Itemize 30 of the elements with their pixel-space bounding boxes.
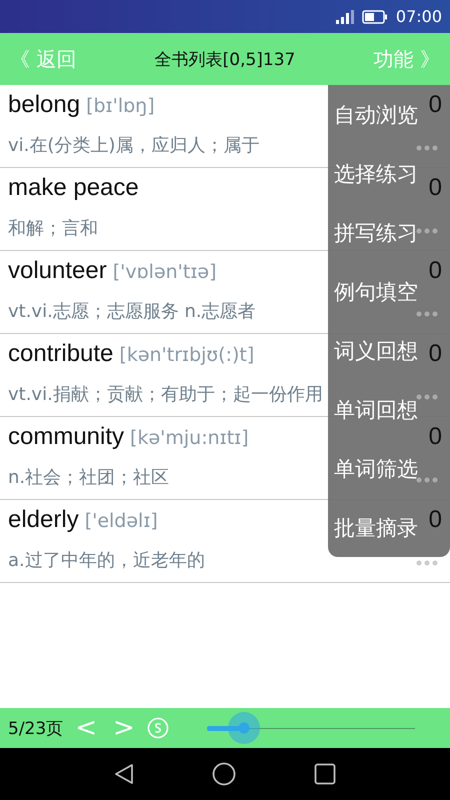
word-text: make peace <box>8 174 139 202</box>
page-title: 全书列表[0,5]137 <box>154 48 296 70</box>
review-count: 0 <box>428 340 442 368</box>
word-text: elderly <box>8 506 79 534</box>
review-count: 0 <box>428 506 442 534</box>
meaning-text: vt.vi.志愿；志愿服务 n.志愿者 <box>8 300 256 323</box>
phonetic-text: [kən'trɪbjʊ(:)t] <box>119 344 254 366</box>
page-indicator: 5/23页 <box>8 718 64 740</box>
clock-time: 07:00 <box>396 7 442 26</box>
menu-item[interactable]: 例句填空 <box>328 262 418 321</box>
meaning-text: vt.vi.捐献；贡献；有助于；起一份作用 <box>8 383 323 406</box>
menu-item[interactable]: 单词筛选 <box>328 439 418 498</box>
meaning-text: vi.在(分类上)属，应归人；属于 <box>8 134 260 157</box>
phonetic-text: ['vɒlən'tɪə] <box>112 261 217 283</box>
meaning-text: a.过了中年的，近老年的 <box>8 549 205 572</box>
review-count: 0 <box>428 174 442 202</box>
word-text: contribute <box>8 340 114 368</box>
word-text: community <box>8 423 124 451</box>
word-text: belong <box>8 91 80 119</box>
phonetic-text: [kə'mju:nɪtɪ] <box>130 427 249 449</box>
phonetic-text: [bɪ'lɒŋ] <box>86 95 155 117</box>
review-count: 0 <box>428 257 442 285</box>
review-count: 0 <box>428 423 442 451</box>
meaning-text: 和解；言和 <box>8 217 98 240</box>
phonetic-text: ['eldəlɪ] <box>84 510 158 532</box>
review-count: 0 <box>428 91 442 119</box>
menu-item[interactable]: 自动浏览 <box>328 85 418 144</box>
meaning-text: n.社会；社团；社区 <box>8 466 170 489</box>
word-text: volunteer <box>8 257 107 285</box>
menu-item[interactable]: 批量摘录 <box>328 498 418 557</box>
